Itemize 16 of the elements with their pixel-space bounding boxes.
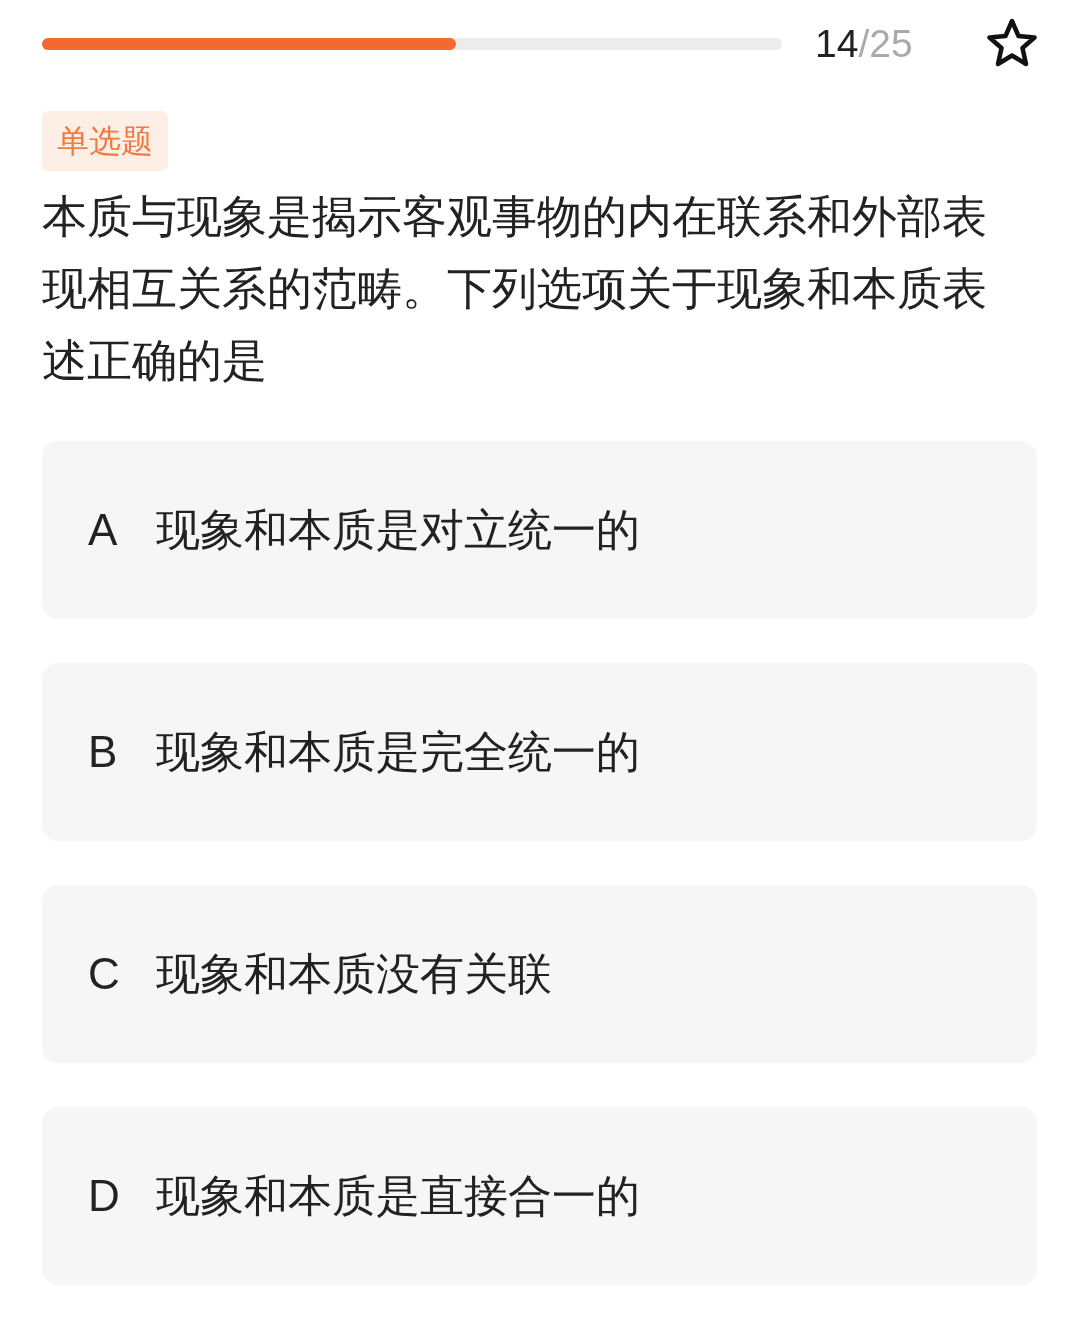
option-text: 现象和本质没有关联 <box>156 946 552 1001</box>
option-letter: B <box>88 727 119 777</box>
answer-option[interactable]: D 现象和本质是直接合一的 <box>42 1107 1037 1285</box>
current-question-number: 14 <box>815 22 859 66</box>
question-text: 本质与现象是揭示客观事物的内在联系和外部表现相互关系的范畴。下列选项关于现象和本质表述正确的是 <box>42 189 988 389</box>
option-letter: A <box>88 505 119 555</box>
total-questions: /25 <box>858 22 913 66</box>
option-letter: C <box>88 949 121 999</box>
question-type-badge: 单选题 <box>42 111 168 171</box>
answer-option[interactable]: C 现象和本质没有关联 <box>42 885 1037 1063</box>
option-text: 现象和本质是直接合一的 <box>156 1168 640 1223</box>
answer-option[interactable]: B 现象和本质是完全统一的 <box>42 663 1037 841</box>
option-text: 现象和本质是完全统一的 <box>156 724 640 779</box>
answer-option[interactable]: A 现象和本质是对立统一的 <box>42 441 1037 619</box>
option-letter: D <box>88 1171 121 1221</box>
option-text: 现象和本质是对立统一的 <box>156 502 640 557</box>
